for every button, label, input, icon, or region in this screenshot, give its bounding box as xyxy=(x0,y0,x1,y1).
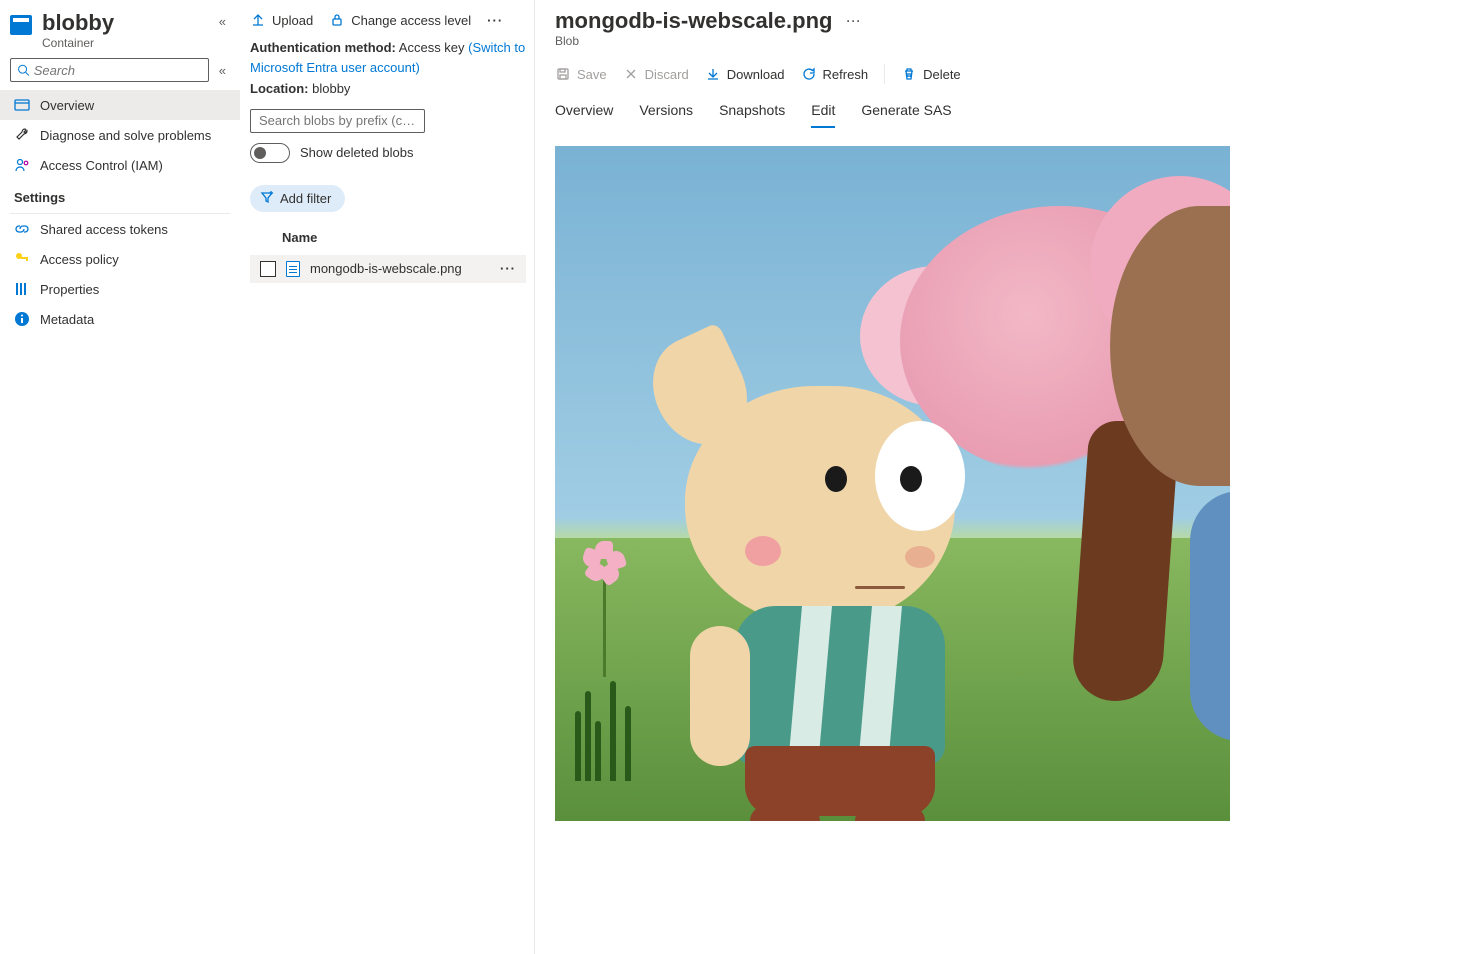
nav-item-metadata[interactable]: Metadata xyxy=(0,304,240,334)
location-label: Location: xyxy=(250,81,309,96)
location-row: Location: blobby xyxy=(250,79,526,99)
upload-button[interactable]: Upload xyxy=(250,12,313,28)
nav-item-properties[interactable]: Properties xyxy=(0,274,240,304)
search-icon xyxy=(17,63,30,77)
nav-item-label: Properties xyxy=(40,282,99,297)
link-icon xyxy=(14,221,30,237)
filter-icon xyxy=(260,190,274,207)
nav-item-label: Shared access tokens xyxy=(40,222,168,237)
nav-header: blobby Container « xyxy=(0,8,240,58)
collapse-left-button[interactable]: « xyxy=(215,10,230,33)
nav-item-overview[interactable]: Overview xyxy=(0,90,240,120)
nav-column: blobby Container « « Overview Diagnose a… xyxy=(0,0,240,954)
properties-icon xyxy=(14,281,30,297)
nav-item-diagnose[interactable]: Diagnose and solve problems xyxy=(0,120,240,150)
tool-label: Refresh xyxy=(823,67,869,82)
row-more-button[interactable]: ··· xyxy=(500,261,520,276)
auth-method-label: Authentication method: xyxy=(250,40,396,55)
page-title: blobby xyxy=(42,10,205,36)
container-icon xyxy=(10,15,32,35)
nav-item-label: Overview xyxy=(40,98,94,113)
save-icon xyxy=(555,66,571,82)
show-deleted-label: Show deleted blobs xyxy=(300,145,413,160)
auth-method-row: Authentication method: Access key (Switc… xyxy=(250,38,526,77)
discard-icon xyxy=(623,66,639,82)
nav-item-label: Diagnose and solve problems xyxy=(40,128,211,143)
nav-item-shared-tokens[interactable]: Shared access tokens xyxy=(0,214,240,244)
iam-icon xyxy=(14,157,30,173)
tool-label: Delete xyxy=(923,67,961,82)
add-filter-label: Add filter xyxy=(280,191,331,206)
download-icon xyxy=(705,66,721,82)
list-header-name[interactable]: Name xyxy=(250,212,526,255)
delete-icon xyxy=(901,66,917,82)
add-filter-button[interactable]: Add filter xyxy=(250,185,345,212)
list-item[interactable]: mongodb-is-webscale.png ··· xyxy=(250,255,526,283)
blob-subtitle: Blob xyxy=(555,34,1463,48)
nav-item-label: Metadata xyxy=(40,312,94,327)
change-access-level-button[interactable]: Change access level xyxy=(329,12,471,28)
tool-label: Save xyxy=(577,67,607,82)
file-icon xyxy=(286,261,300,277)
location-value: blobby xyxy=(312,81,350,96)
content-toolbar-more-button[interactable]: ··· xyxy=(487,13,503,28)
blob-tabs: Overview Versions Snapshots Edit Generat… xyxy=(555,98,1463,128)
lock-icon xyxy=(329,12,345,28)
blob-toolbar: Save Discard Download Refresh Delete xyxy=(555,48,1463,98)
tab-versions[interactable]: Versions xyxy=(639,98,693,128)
image-preview xyxy=(555,146,1230,821)
tab-generate-sas[interactable]: Generate SAS xyxy=(861,98,951,128)
tab-edit[interactable]: Edit xyxy=(811,98,835,128)
key-icon xyxy=(14,251,30,267)
divider xyxy=(884,64,885,84)
wrench-icon xyxy=(14,127,30,143)
blob-title: mongodb-is-webscale.png xyxy=(555,8,832,34)
collapse-nav-button[interactable]: « xyxy=(215,59,230,82)
nav-item-label: Access Control (IAM) xyxy=(40,158,163,173)
left-panel: blobby Container « « Overview Diagnose a… xyxy=(0,0,535,954)
overview-icon xyxy=(14,97,30,113)
tool-label: Upload xyxy=(272,13,313,28)
nav-item-label: Access policy xyxy=(40,252,119,267)
tab-overview[interactable]: Overview xyxy=(555,98,613,128)
tool-label: Download xyxy=(727,67,785,82)
nav-item-iam[interactable]: Access Control (IAM) xyxy=(0,150,240,180)
show-deleted-row: Show deleted blobs xyxy=(250,143,526,163)
tool-label: Change access level xyxy=(351,13,471,28)
nav-search-box[interactable] xyxy=(10,58,209,82)
nav-item-access-policy[interactable]: Access policy xyxy=(0,244,240,274)
content-column: Upload Change access level ··· Authentic… xyxy=(240,0,534,954)
row-checkbox[interactable] xyxy=(260,261,276,277)
download-button[interactable]: Download xyxy=(705,66,785,82)
page-subtitle: Container xyxy=(42,36,205,50)
blob-header-more-button[interactable]: ··· xyxy=(846,14,861,28)
upload-icon xyxy=(250,12,266,28)
tab-snapshots[interactable]: Snapshots xyxy=(719,98,785,128)
file-name: mongodb-is-webscale.png xyxy=(310,261,490,276)
nav-search-input[interactable] xyxy=(34,63,202,78)
save-button[interactable]: Save xyxy=(555,66,607,82)
auth-method-value: Access key xyxy=(399,40,465,55)
tool-label: Discard xyxy=(645,67,689,82)
info-icon xyxy=(14,311,30,327)
refresh-icon xyxy=(801,66,817,82)
refresh-button[interactable]: Refresh xyxy=(801,66,869,82)
blob-header: mongodb-is-webscale.png ··· xyxy=(555,8,1463,34)
blob-panel: mongodb-is-webscale.png ··· Blob Save Di… xyxy=(535,0,1463,954)
show-deleted-toggle[interactable] xyxy=(250,143,290,163)
content-toolbar: Upload Change access level ··· xyxy=(250,8,526,38)
delete-button[interactable]: Delete xyxy=(901,66,961,82)
discard-button[interactable]: Discard xyxy=(623,66,689,82)
settings-section-label: Settings xyxy=(0,180,240,211)
prefix-search-input[interactable] xyxy=(250,109,425,133)
